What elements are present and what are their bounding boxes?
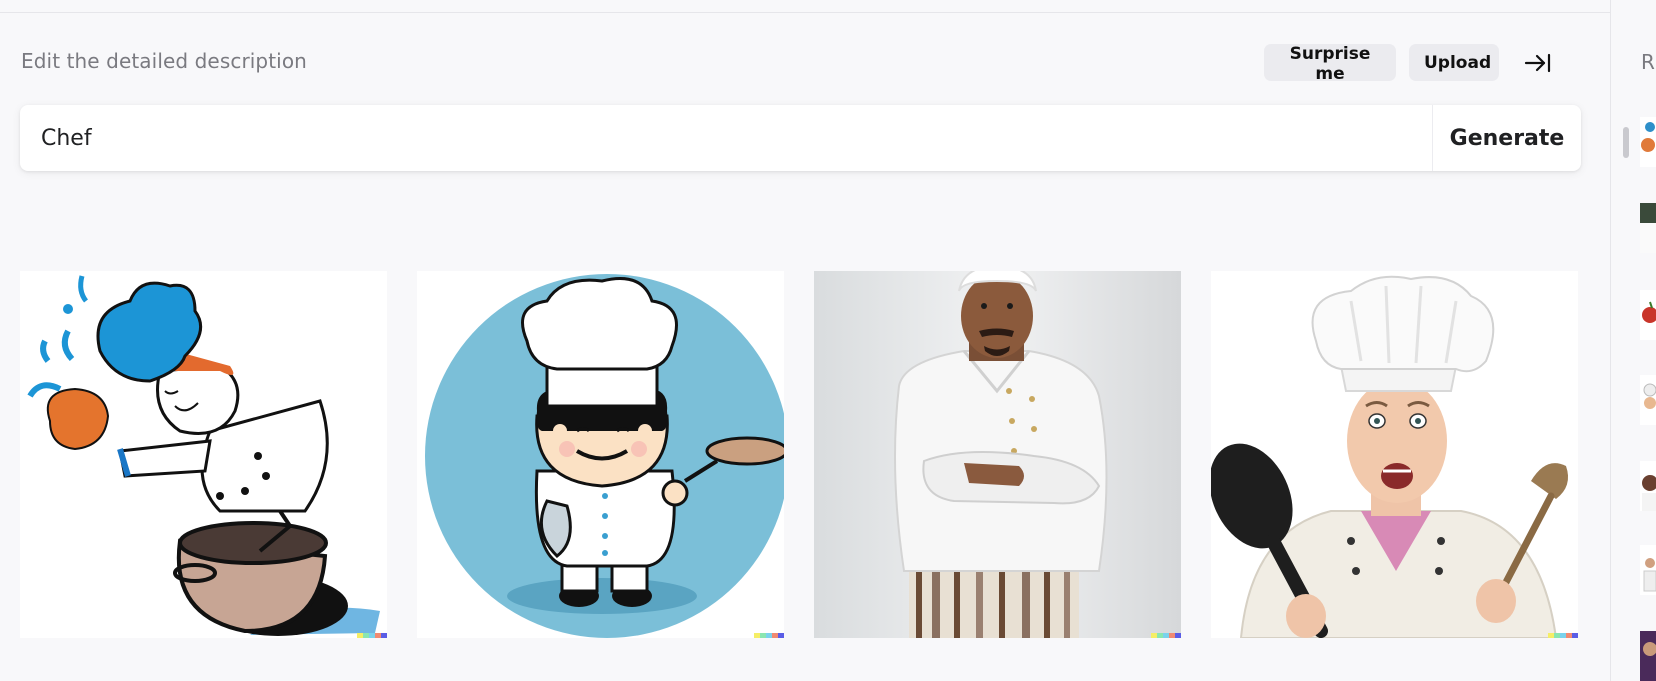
history-thumbnail: [1640, 117, 1656, 167]
cartoon-chef-circle-image: [417, 271, 784, 638]
image-signature: [1151, 633, 1181, 638]
result-image-1[interactable]: [20, 271, 387, 638]
results-grid: [20, 271, 1578, 638]
prompt-input[interactable]: [20, 105, 1432, 171]
history-thumbnail: [1640, 631, 1656, 681]
history-item[interactable]: [1640, 375, 1656, 425]
history-thumbnail: [1640, 461, 1656, 511]
history-panel: R: [1610, 0, 1656, 681]
prompt-bar: Generate: [20, 105, 1581, 171]
prompt-actions: Surprise me Upload: [1264, 44, 1558, 84]
result-image-2[interactable]: [417, 271, 784, 638]
result-image-4[interactable]: [1211, 271, 1578, 638]
image-signature: [1548, 633, 1578, 638]
history-thumbnail: [1640, 290, 1656, 340]
history-thumbnail: [1640, 375, 1656, 425]
image-signature: [754, 633, 784, 638]
collapse-history-button[interactable]: [1518, 44, 1558, 81]
result-image-3[interactable]: [814, 271, 1181, 638]
history-title: R: [1641, 50, 1655, 74]
create-panel: Edit the detailed description Surprise m…: [0, 0, 1610, 681]
chef-photo-arms-crossed-image: [814, 271, 1181, 638]
history-scrollbar[interactable]: [1623, 127, 1629, 158]
image-signature: [357, 633, 387, 638]
history-item[interactable]: [1640, 461, 1656, 511]
generate-button[interactable]: Generate: [1432, 105, 1581, 171]
prompt-subtitle: Edit the detailed description: [21, 49, 307, 73]
arrow-right-to-line-icon: [1524, 53, 1551, 72]
history-thumbnail: [1640, 545, 1656, 595]
history-item[interactable]: [1640, 545, 1656, 595]
cartoon-chef-pot-image: [20, 271, 387, 638]
history-item[interactable]: [1640, 203, 1656, 253]
history-item[interactable]: [1640, 117, 1656, 167]
upload-button[interactable]: Upload: [1409, 44, 1499, 81]
history-item[interactable]: [1640, 290, 1656, 340]
chef-photo-spoons-image: [1211, 271, 1578, 638]
surprise-me-button[interactable]: Surprise me: [1264, 44, 1396, 84]
history-item[interactable]: [1640, 631, 1656, 681]
history-thumbnail: [1640, 203, 1656, 253]
